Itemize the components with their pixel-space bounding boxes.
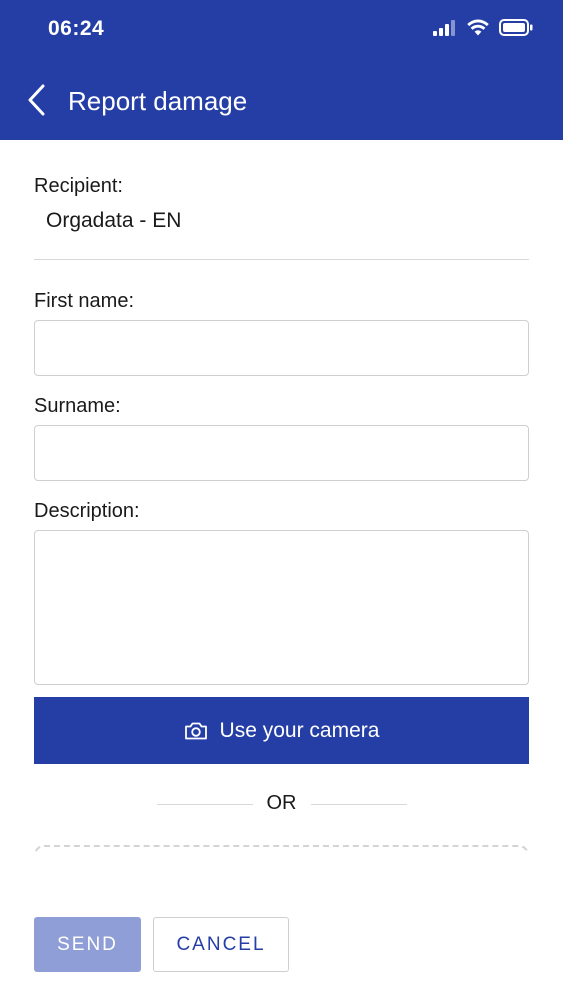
recipient-label: Recipient: [34, 175, 123, 197]
app-header: 06:24 Report damage [0, 0, 563, 140]
nav-bar: Report damage [0, 72, 563, 130]
or-line-right [311, 804, 407, 805]
wifi-icon [467, 19, 489, 36]
status-bar: 06:24 [0, 0, 563, 60]
or-separator: OR [0, 788, 563, 820]
dropzone-mask [0, 853, 563, 913]
battery-icon [499, 19, 533, 36]
signal-icon [433, 19, 455, 36]
status-time: 06:24 [48, 17, 105, 40]
or-label: OR [266, 792, 297, 814]
report-damage-screen: 06:24 Report damage Recipient: Orgadata … [0, 0, 563, 1000]
page-title: Report damage [68, 86, 248, 116]
description-label: Description: [34, 500, 140, 522]
surname-label: Surname: [34, 395, 121, 417]
recipient-value: Orgadata - EN [46, 209, 182, 232]
cancel-button[interactable]: CANCEL [153, 917, 289, 972]
camera-icon [184, 722, 207, 739]
first-name-label: First name: [34, 290, 135, 312]
use-camera-label: Use your camera [219, 718, 380, 742]
first-name-input[interactable] [34, 320, 529, 376]
recipient-divider [34, 259, 529, 260]
send-button[interactable]: SEND [34, 917, 141, 972]
back-button[interactable] [20, 80, 56, 120]
use-camera-button[interactable]: Use your camera [34, 697, 529, 764]
description-textarea[interactable] [34, 530, 529, 685]
chevron-left-icon [28, 84, 45, 116]
status-icons [433, 19, 533, 36]
surname-input[interactable] [34, 425, 529, 481]
